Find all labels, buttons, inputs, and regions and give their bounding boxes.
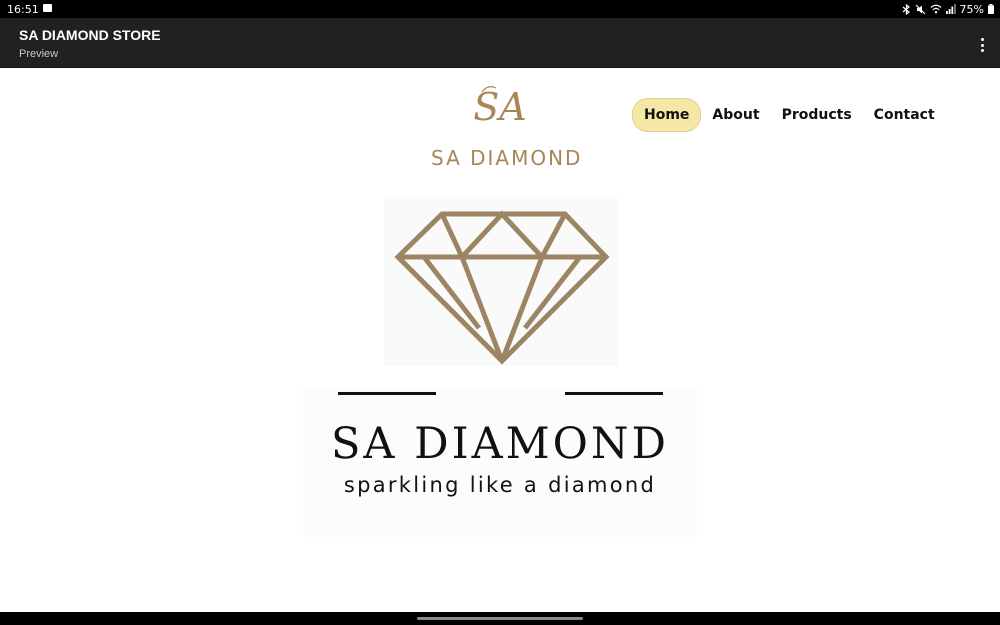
app-bar: SA DIAMOND STORE Preview: [0, 18, 1000, 68]
home-indicator[interactable]: [417, 617, 583, 620]
status-time: 16:51: [7, 3, 39, 16]
site-logo[interactable]: SA SA DIAMOND: [424, 80, 580, 170]
image-icon: [43, 4, 52, 12]
decorative-line-right: [565, 392, 663, 395]
mute-icon: [915, 4, 925, 14]
navigation-bar: [0, 612, 1000, 625]
web-view: SA SA DIAMOND Home About Products Contac…: [0, 68, 1000, 612]
hero-title: SA DIAMOND: [330, 419, 670, 469]
status-bar: 16:51 75%: [0, 0, 1000, 18]
app-subtitle: Preview: [19, 48, 59, 60]
nav-contact[interactable]: Contact: [863, 99, 946, 131]
hero-tagline: sparkling like a diamond: [343, 473, 657, 497]
nav-products[interactable]: Products: [771, 99, 863, 131]
diamond-icon: [394, 210, 610, 365]
more-vert-icon[interactable]: [974, 36, 990, 54]
nav-home[interactable]: Home: [632, 98, 702, 132]
logo-monogram: SA: [474, 85, 526, 129]
logo-text: SA DIAMOND: [431, 146, 583, 170]
decorative-line-left: [338, 392, 436, 395]
hero-brand: SA DIAMOND sparkling like a diamond: [303, 387, 697, 537]
app-title: SA DIAMOND STORE: [19, 27, 161, 43]
status-icons: 75%: [902, 2, 994, 16]
battery-percentage: 75%: [959, 2, 984, 16]
bluetooth-icon: [902, 3, 910, 15]
hero-diamond: [384, 196, 618, 366]
main-nav: Home About Products Contact: [632, 97, 946, 133]
signal-icon: [945, 4, 956, 14]
nav-about[interactable]: About: [701, 99, 770, 131]
wifi-icon: [930, 4, 941, 14]
battery-icon: [988, 4, 994, 14]
